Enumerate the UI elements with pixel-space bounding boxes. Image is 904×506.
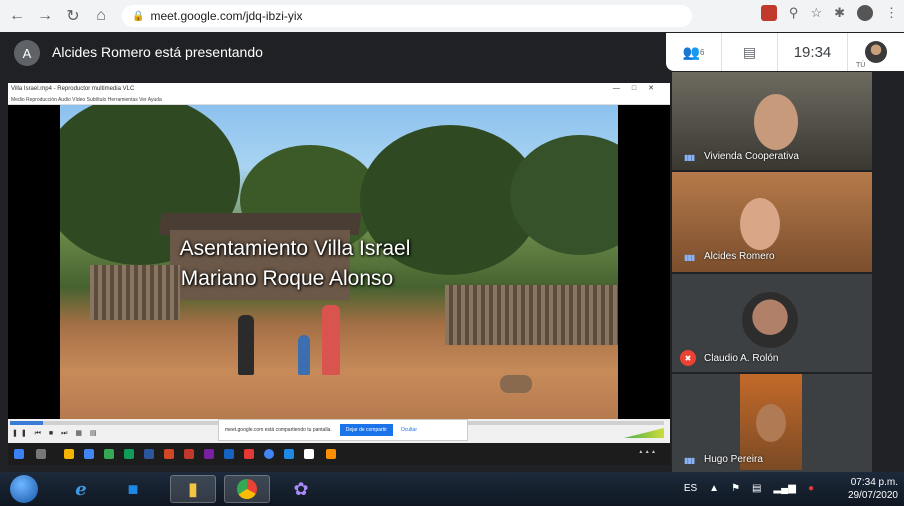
- volume-icon[interactable]: ●: [808, 483, 814, 494]
- participant-face: [756, 404, 786, 442]
- mic-active-icon: ▮▮▮: [684, 253, 695, 262]
- participant-tile[interactable]: ▮▮▮ Alcides Romero: [672, 172, 872, 272]
- browser-toolbar: ← → ↻ ⌂ 🔒 meet.google.com/jdq-ibzi-yix ⚲…: [0, 0, 904, 32]
- reload-icon[interactable]: ↻: [62, 5, 84, 27]
- file-explorer-icon[interactable]: [64, 449, 74, 459]
- app-icon[interactable]: [204, 449, 214, 459]
- file-explorer-icon[interactable]: ▮: [170, 475, 216, 503]
- vlc-window-buttons[interactable]: —□✕: [613, 83, 666, 95]
- clock-time: 07:34 p.m.: [850, 477, 898, 488]
- tray-expand-icon[interactable]: ▲: [709, 483, 719, 494]
- participant-avatar: [742, 292, 798, 348]
- video-caption-line-1: Asentamiento Villa Israel: [179, 237, 411, 260]
- camera-permission-icon[interactable]: [760, 5, 777, 21]
- screen-share-notice: meet.google.com está compartiendo tu pan…: [218, 419, 468, 441]
- zoom-icon[interactable]: ⚲: [789, 5, 799, 21]
- forward-arrow-icon[interactable]: →: [34, 5, 56, 27]
- windows-taskbar: e ■ ▮ ✿ ES ▲ ⚑ ▤ ▂▄▆ ● 07:34 p.m. 29/07/…: [0, 472, 904, 506]
- chrome-icon[interactable]: [224, 475, 270, 503]
- vlc-title-bar: Villa Israel.mp4 - Reproductor multimedi…: [8, 83, 670, 95]
- mic-active-icon: ▮▮▮: [684, 153, 695, 162]
- self-label: TÚ: [856, 62, 866, 69]
- app-icon[interactable]: [244, 449, 254, 459]
- participant-tiles: ▮▮▮ Vivienda Cooperativa ▮▮▮ Alcides Rom…: [672, 72, 904, 472]
- app-icon[interactable]: [184, 449, 194, 459]
- stop-sharing-button[interactable]: Dejar de compartir: [339, 424, 393, 436]
- chrome-icon[interactable]: [264, 449, 274, 459]
- participant-tile[interactable]: ▮▮▮ Hugo Pereira: [672, 374, 872, 472]
- video-caption-line-2: Mariano Roque Alonso: [180, 267, 394, 290]
- self-view[interactable]: TÚ: [848, 33, 904, 71]
- internet-explorer-icon[interactable]: e: [58, 475, 104, 503]
- paint-icon[interactable]: ✿: [278, 475, 324, 503]
- media-player-icon[interactable]: ■: [110, 475, 156, 503]
- dog-figure: [500, 375, 532, 393]
- vlc-icon[interactable]: [326, 449, 336, 459]
- participant-face: [754, 94, 798, 150]
- participant-tile[interactable]: ▮▮▮ Vivienda Cooperativa: [672, 72, 872, 170]
- word-icon[interactable]: [144, 449, 154, 459]
- self-avatar: [865, 41, 887, 63]
- vlc-volume-slider[interactable]: [624, 428, 664, 438]
- clock-date: 29/07/2020: [847, 490, 898, 501]
- inner-system-tray: ▲ ▲ ▲: [638, 449, 656, 455]
- hide-notice-button[interactable]: Ocultar: [401, 427, 417, 433]
- vlc-menu-bar: Medio Reproducción Audio Vídeo Subtítulo…: [8, 95, 670, 105]
- app-icon[interactable]: [224, 449, 234, 459]
- excel-icon[interactable]: [124, 449, 134, 459]
- system-tray: ES ▲ ⚑ ▤ ▂▄▆ ●: [684, 483, 814, 494]
- participant-name: Hugo Pereira: [704, 454, 763, 465]
- share-notice-text: meet.google.com está compartiendo tu pan…: [225, 427, 332, 433]
- windows-start-button[interactable]: [10, 475, 38, 503]
- chat-button[interactable]: ▤: [722, 33, 778, 71]
- presenter-avatar: A: [14, 40, 40, 66]
- shared-screen: Villa Israel.mp4 - Reproductor multimedi…: [8, 83, 670, 465]
- people-button[interactable]: 👥 6: [666, 33, 722, 71]
- profile-avatar[interactable]: [857, 5, 873, 21]
- signal-icon[interactable]: ▂▄▆: [773, 483, 795, 494]
- participant-name: Alcides Romero: [704, 251, 775, 262]
- back-arrow-icon[interactable]: ←: [6, 5, 28, 27]
- chat-icon: ▤: [742, 43, 757, 60]
- lock-icon: 🔒: [132, 10, 145, 22]
- video-frame: Asentamiento Villa Israel Mariano Roque …: [60, 105, 618, 419]
- woman-figure: [322, 305, 340, 375]
- action-center-flag-icon[interactable]: ⚑: [731, 483, 740, 494]
- url-text: meet.google.com/jdq-ibzi-yix: [150, 9, 303, 23]
- child-figure: [238, 315, 254, 375]
- app-icon[interactable]: [304, 449, 314, 459]
- address-bar[interactable]: 🔒 meet.google.com/jdq-ibzi-yix: [122, 5, 692, 27]
- network-icon[interactable]: ▤: [752, 483, 761, 494]
- people-count: 6: [699, 47, 705, 57]
- app-icon[interactable]: [284, 449, 294, 459]
- vlc-playback-buttons[interactable]: ❚❚ ⏮ ■ ⏭ ▦ ▤: [12, 429, 100, 438]
- mic-muted-icon: ✖: [680, 350, 696, 366]
- app-icon[interactable]: [104, 449, 114, 459]
- search-icon[interactable]: [36, 449, 46, 459]
- bookmark-star-icon[interactable]: ☆: [810, 5, 822, 21]
- inner-taskbar: ▲ ▲ ▲: [8, 443, 670, 465]
- participant-name: Claudio A. Rolón: [704, 353, 779, 364]
- windows-start-icon[interactable]: [14, 449, 24, 459]
- powerpoint-icon[interactable]: [164, 449, 174, 459]
- language-indicator[interactable]: ES: [684, 483, 697, 494]
- menu-kebab-icon[interactable]: ⋮: [885, 5, 898, 21]
- home-icon[interactable]: ⌂: [90, 5, 112, 27]
- taskbar-clock[interactable]: 07:34 p.m. 29/07/2020: [848, 476, 898, 502]
- meet-controls: 👥 6 ▤ 19:34 TÚ: [666, 33, 904, 71]
- participant-face: [740, 198, 780, 250]
- child-figure: [298, 335, 310, 375]
- mic-active-icon: ▮▮▮: [684, 456, 695, 465]
- participant-tile[interactable]: ✖ Claudio A. Rolón: [672, 274, 872, 372]
- presenter-status: Alcides Romero está presentando: [52, 44, 263, 60]
- vlc-seek-progress: [10, 421, 43, 425]
- fence-right: [445, 285, 618, 345]
- participant-name: Vivienda Cooperativa: [704, 151, 799, 162]
- people-icon: 👥: [682, 43, 700, 60]
- extensions-icon[interactable]: ✱: [834, 5, 845, 21]
- app-icon[interactable]: [84, 449, 94, 459]
- meeting-clock: 19:34: [778, 33, 848, 71]
